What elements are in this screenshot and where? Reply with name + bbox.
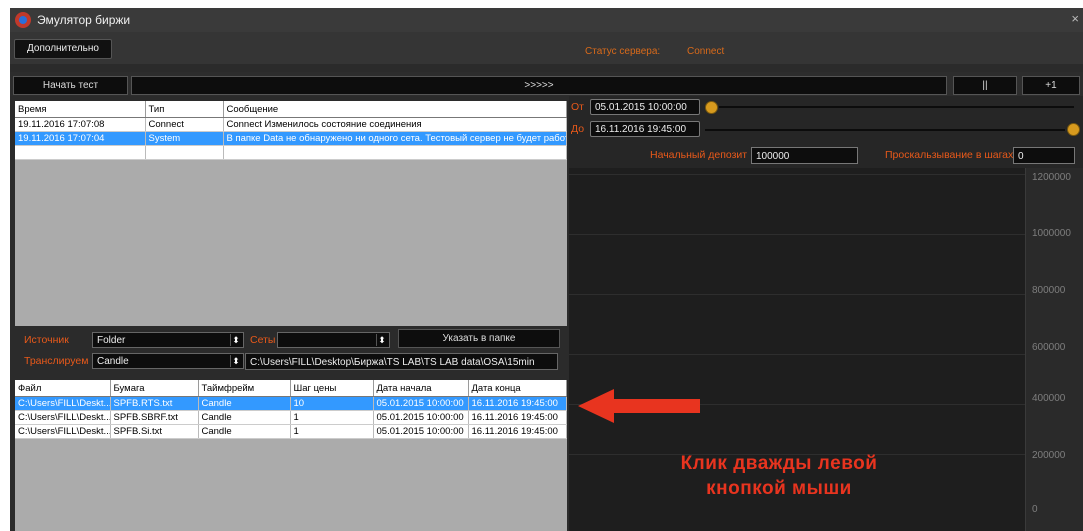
title-bar: Эмулятор биржи × [10, 8, 1083, 32]
y-tick-label: 1200000 [1032, 172, 1071, 183]
log-message: Connect Изменилось состояние соединения [223, 117, 567, 132]
file-end: 16.11.2016 19:45:00 [468, 396, 567, 411]
log-table: Время Тип Сообщение 19.11.2016 17:07:08 … [15, 101, 567, 326]
file-security: SPFB.RTS.txt [110, 396, 199, 411]
files-col-start[interactable]: Дата начала [373, 380, 469, 397]
log-row-empty [15, 145, 567, 160]
files-row[interactable]: C:\Users\FILL\Deskt... SPFB.RTS.txt Cand… [15, 396, 567, 411]
chevron-updown-icon: ⬍ [230, 334, 241, 346]
server-status-value: Connect [687, 46, 725, 57]
files-col-step[interactable]: Шаг цены [290, 380, 374, 397]
y-tick-label: 400000 [1032, 393, 1066, 404]
extra-button[interactable]: Дополнительно [14, 39, 112, 59]
files-col-end[interactable]: Дата конца [468, 380, 567, 397]
file-step: 1 [290, 424, 374, 439]
files-row[interactable]: C:\Users\FILL\Deskt... SPFB.Si.txt Candl… [15, 424, 567, 439]
source-label: Источник [24, 334, 69, 346]
window-title: Эмулятор биржи [37, 13, 131, 27]
files-table: Файл Бумага Таймфрейм Шаг цены Дата нача… [15, 380, 567, 531]
log-type: Connect [145, 117, 224, 132]
file-step: 10 [290, 396, 374, 411]
file-path: C:\Users\FILL\Deskt... [15, 410, 111, 425]
file-timeframe: Candle [198, 396, 291, 411]
grid-line [569, 234, 1025, 235]
file-security: SPFB.Si.txt [110, 424, 199, 439]
chevron-updown-icon: ⬍ [230, 355, 241, 367]
files-col-security[interactable]: Бумага [110, 380, 199, 397]
folder-path-field[interactable]: C:\Users\FILL\Desktop\Биржа\TS LAB\TS LA… [245, 353, 558, 370]
log-time: 19.11.2016 17:07:08 [15, 117, 146, 132]
toolbar: Дополнительно Статус сервера: Connect [10, 32, 1083, 64]
to-label: До [571, 123, 585, 135]
annotation-line-2: кнопкой мыши [706, 478, 852, 499]
step-button[interactable]: +1 [1022, 76, 1080, 95]
log-row[interactable]: 19.11.2016 17:07:08 Connect Connect Изме… [15, 117, 567, 132]
y-axis: 1200000 1000000 800000 600000 400000 200… [1025, 168, 1083, 531]
file-security: SPFB.SBRF.txt [110, 410, 199, 425]
file-path: C:\Users\FILL\Deskt... [15, 424, 111, 439]
grid-line [569, 174, 1025, 175]
log-time: 19.11.2016 17:07:04 [15, 131, 146, 146]
file-step: 1 [290, 410, 374, 425]
start-test-button[interactable]: Начать тест [13, 76, 128, 95]
app-window: Эмулятор биржи × Дополнительно Статус се… [10, 8, 1083, 531]
file-end: 16.11.2016 19:45:00 [468, 410, 567, 425]
sets-label: Сеты [250, 334, 276, 346]
sets-select[interactable]: ⬍ [277, 332, 390, 348]
translate-select[interactable]: Candle ⬍ [92, 353, 244, 369]
files-col-file[interactable]: Файл [15, 380, 111, 397]
file-start: 05.01.2015 10:00:00 [373, 424, 469, 439]
file-timeframe: Candle [198, 410, 291, 425]
from-slider-track[interactable] [719, 106, 1074, 108]
annotation-line-1: Клик дважды левой [680, 453, 878, 474]
file-path: C:\Users\FILL\Deskt... [15, 396, 111, 411]
log-type: System [145, 131, 224, 146]
y-tick-label: 800000 [1032, 285, 1066, 296]
server-status-label: Статус сервера: [585, 46, 661, 57]
from-date-field[interactable]: 05.01.2015 10:00:00 [590, 99, 700, 115]
pause-button[interactable]: || [953, 76, 1017, 95]
source-select[interactable]: Folder ⬍ [92, 332, 244, 348]
file-start: 05.01.2015 10:00:00 [373, 410, 469, 425]
annotation-text: Клик дважды левой кнопкой мыши [614, 451, 944, 501]
file-end: 16.11.2016 19:45:00 [468, 424, 567, 439]
y-tick-label: 200000 [1032, 450, 1066, 461]
chevron-updown-icon: ⬍ [376, 334, 387, 346]
grid-line [569, 354, 1025, 355]
to-date-field[interactable]: 16.11.2016 19:45:00 [590, 121, 700, 137]
log-col-message[interactable]: Сообщение [223, 101, 567, 118]
files-col-timeframe[interactable]: Таймфрейм [198, 380, 291, 397]
y-tick-label: 600000 [1032, 342, 1066, 353]
translate-label: Транслируем [24, 355, 89, 367]
to-slider-track[interactable] [705, 129, 1065, 131]
grid-line [569, 294, 1025, 295]
y-tick-label: 0 [1032, 504, 1038, 515]
red-arrow-icon [578, 389, 700, 423]
deposit-field[interactable]: 100000 [751, 147, 858, 164]
y-tick-label: 1000000 [1032, 228, 1071, 239]
test-control-bar: Начать тест >>>>> || +1 [10, 72, 1083, 96]
files-row[interactable]: C:\Users\FILL\Deskt... SPFB.SBRF.txt Can… [15, 410, 567, 425]
deposit-label: Начальный депозит [650, 149, 748, 161]
log-message: В папке Data не обнаружено ни одного сет… [223, 131, 567, 146]
file-start: 05.01.2015 10:00:00 [373, 396, 469, 411]
log-col-time[interactable]: Время [15, 101, 146, 118]
log-col-type[interactable]: Тип [145, 101, 224, 118]
progress-bar: >>>>> [131, 76, 947, 95]
slippage-label: Проскальзывание в шагах [885, 149, 1014, 161]
from-slider-knob[interactable] [705, 101, 718, 114]
app-logo-icon [15, 12, 31, 28]
select-folder-button[interactable]: Указать в папке [398, 329, 560, 348]
file-timeframe: Candle [198, 424, 291, 439]
from-label: От [571, 101, 584, 113]
source-select-value: Folder [97, 335, 126, 346]
slippage-field[interactable]: 0 [1013, 147, 1075, 164]
close-icon[interactable]: × [1071, 11, 1079, 26]
to-slider-knob[interactable] [1067, 123, 1080, 136]
log-row[interactable]: 19.11.2016 17:07:04 System В папке Data … [15, 131, 567, 146]
translate-select-value: Candle [97, 356, 129, 367]
